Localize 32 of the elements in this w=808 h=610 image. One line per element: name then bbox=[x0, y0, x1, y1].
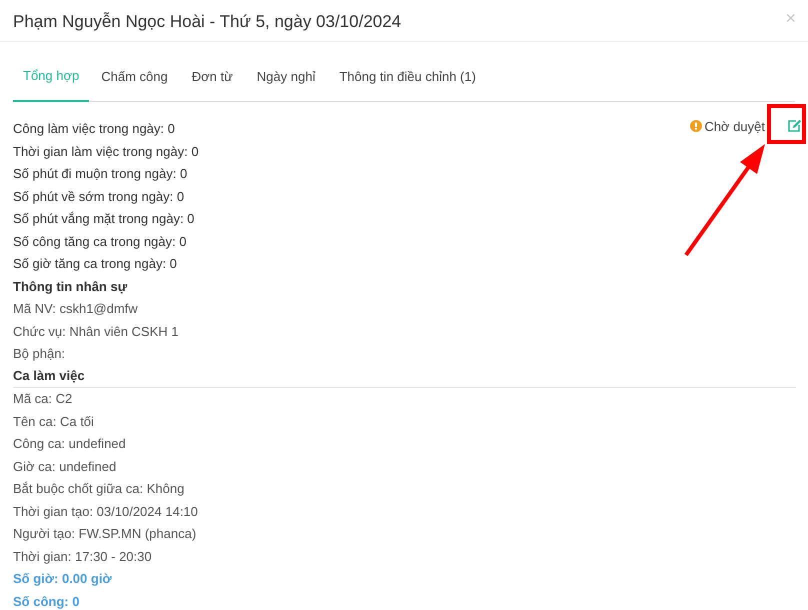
info-line: Mã ca: C2 bbox=[13, 390, 72, 408]
tab[interactable]: Đơn từ bbox=[180, 59, 245, 100]
info-line: Số phút đi muộn trong ngày: 0 bbox=[13, 165, 188, 183]
info-line: Thời gian: 17:30 - 20:30 bbox=[13, 548, 152, 566]
tab[interactable]: Chấm công bbox=[89, 59, 180, 100]
status-label: Chờ duyệt bbox=[704, 118, 765, 136]
info-line: Bắt buộc chốt giữa ca: Không bbox=[13, 480, 184, 498]
edit-icon bbox=[787, 119, 802, 134]
dialog-title: Phạm Nguyễn Ngọc Hoài - Thứ 5, ngày 03/10/2024 bbox=[13, 11, 402, 33]
warning-icon bbox=[690, 120, 702, 132]
info-line: Số phút về sớm trong ngày: 0 bbox=[13, 188, 184, 206]
info-line: Chức vụ: Nhân viên CSKH 1 bbox=[13, 322, 178, 340]
info-line: Thời gian tạo: 03/10/2024 14:10 bbox=[13, 502, 198, 521]
info-line: Số giờ tăng ca trong ngày: 0 bbox=[13, 255, 177, 273]
info-line: Công làm việc trong ngày: 0 bbox=[13, 120, 175, 138]
info-line: Mã NV: cskh1@dmfw bbox=[13, 300, 138, 318]
info-line: Số công: 0 bbox=[13, 592, 80, 610]
info-line: Số công tăng ca trong ngày: 0 bbox=[13, 232, 186, 251]
section-heading: Thông tin nhân sự bbox=[13, 278, 128, 296]
info-line: Số giờ: 0.00 giờ bbox=[13, 570, 112, 588]
info-line: Số phút vắng mặt trong ngày: 0 bbox=[13, 210, 194, 228]
tab[interactable]: Ngày nghỉ bbox=[244, 59, 328, 100]
info-line: Người tạo: FW.SP.MN (phanca) bbox=[13, 525, 196, 543]
info-line: Giờ ca: undefined bbox=[13, 458, 116, 476]
info-line: Công ca: undefined bbox=[13, 435, 126, 453]
info-line: Tên ca: Ca tối bbox=[13, 412, 94, 430]
info-line: Bộ phận: bbox=[13, 345, 66, 363]
section-heading: Ca làm việc bbox=[13, 367, 85, 385]
info-line: Thời gian làm việc trong ngày: 0 bbox=[13, 142, 199, 161]
tab[interactable]: Thông tin điều chỉnh (1) bbox=[327, 59, 488, 100]
annotation-box bbox=[767, 104, 806, 144]
edit-button[interactable] bbox=[787, 119, 802, 134]
